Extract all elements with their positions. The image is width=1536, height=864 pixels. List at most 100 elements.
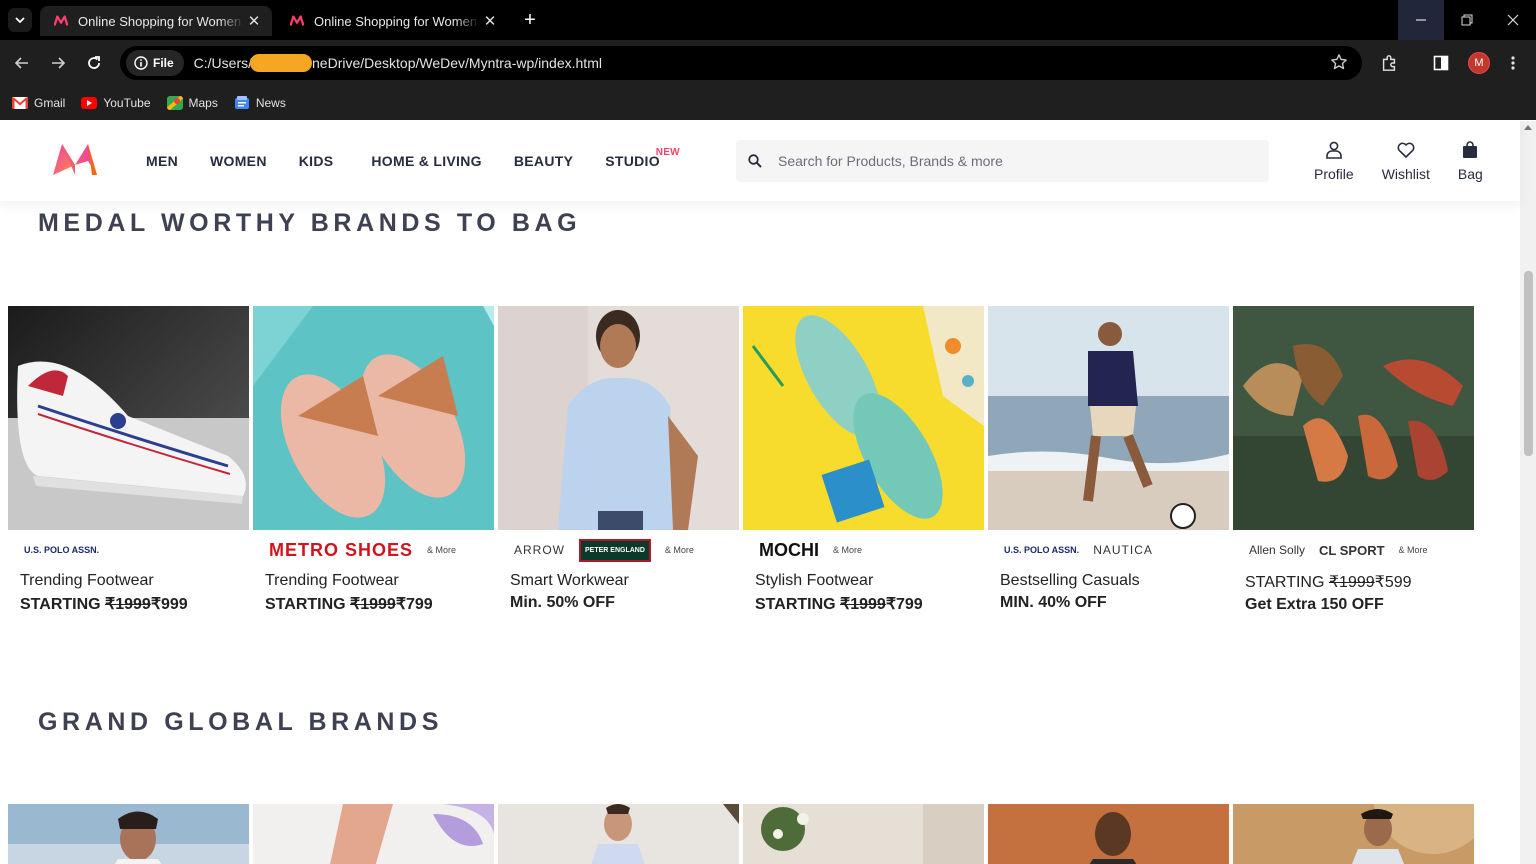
- brand-logo: U.S. POLO ASSN.: [24, 545, 100, 555]
- wishlist-label: Wishlist: [1381, 166, 1430, 182]
- close-icon: [1507, 14, 1519, 26]
- brand-logos: Allen Solly CL SPORT & More: [1233, 530, 1474, 570]
- browser-profile-avatar[interactable]: M: [1468, 52, 1490, 74]
- old-price: ₹1999: [1328, 574, 1375, 591]
- bookmark-label: Maps: [188, 96, 218, 110]
- product-image-flowers: [743, 804, 984, 864]
- brand-card[interactable]: [253, 804, 494, 864]
- minimize-icon: [1416, 19, 1426, 21]
- url-end: neDrive/Desktop/WeDev/Myntra-wp/index.ht…: [312, 55, 602, 71]
- offer-prefix: STARTING: [20, 596, 106, 613]
- nav-kids[interactable]: KIDS: [283, 121, 350, 201]
- profile-label: Profile: [1314, 166, 1354, 182]
- browser-menu-button[interactable]: [1502, 52, 1524, 74]
- product-image-white-sneaker: [8, 306, 249, 530]
- bookmark-star-icon[interactable]: [1330, 53, 1348, 76]
- card-category: Trending Footwear: [20, 572, 154, 589]
- brand-card[interactable]: [8, 804, 249, 864]
- nav-studio[interactable]: STUDIO NEW: [589, 121, 679, 201]
- browser-tab-1[interactable]: Online Shopping for Women, M ✕: [40, 6, 272, 36]
- forward-button[interactable]: [47, 52, 69, 74]
- scroll-up-arrow-icon[interactable]: [1524, 125, 1532, 130]
- brand-card[interactable]: [988, 804, 1229, 864]
- brand-logo: U.S. POLO ASSN.: [1004, 545, 1080, 555]
- myntra-logo[interactable]: [50, 141, 100, 177]
- card-offer: STARTING ₹1999₹799: [743, 594, 984, 614]
- close-tab-icon[interactable]: ✕: [480, 12, 500, 30]
- product-image-man-shirt: [498, 804, 739, 864]
- brand-card[interactable]: METRO SHOES & More Trending Footwear STA…: [253, 306, 494, 614]
- nav-women[interactable]: WOMEN: [194, 121, 283, 201]
- extensions-button[interactable]: [1378, 52, 1400, 74]
- brand-logo: MOCHI: [759, 539, 819, 560]
- product-image-legs-lilac: [253, 804, 494, 864]
- brand-card[interactable]: [743, 804, 984, 864]
- offer-prefix: STARTING: [755, 596, 841, 613]
- nav-home-living[interactable]: HOME & LIVING: [355, 121, 497, 201]
- close-tab-icon[interactable]: ✕: [244, 12, 264, 30]
- side-panel-button[interactable]: [1430, 52, 1452, 74]
- info-icon: [134, 56, 148, 70]
- tab-search-button[interactable]: [8, 8, 32, 32]
- search-icon[interactable]: [736, 154, 774, 168]
- nav-men[interactable]: MEN: [130, 121, 194, 201]
- product-image-woven-sandals: [253, 306, 494, 530]
- bookmarks-bar: Gmail YouTube Maps News: [0, 86, 1536, 120]
- card-offer: STARTING ₹1999₹999: [8, 594, 249, 614]
- myntra-favicon-icon: [289, 15, 305, 27]
- browser-tab-2[interactable]: Online Shopping for Women, M ✕: [276, 6, 508, 36]
- tab-title: Online Shopping for Women, M: [314, 13, 480, 29]
- browser-tab-strip: Online Shopping for Women, M ✕ Online Sh…: [0, 0, 1536, 40]
- bag-icon: [1462, 140, 1478, 160]
- brand-logo: NAUTICA: [1093, 543, 1153, 557]
- scrollbar-thumb[interactable]: [1524, 271, 1533, 456]
- brand-card[interactable]: ARROW PETER ENGLAND & More Smart Workwea…: [498, 306, 739, 614]
- search-input[interactable]: [774, 153, 1269, 169]
- chevron-down-icon: [15, 17, 25, 24]
- offer-prefix: STARTING: [1245, 574, 1329, 591]
- page-scrollbar[interactable]: [1520, 121, 1536, 864]
- close-window-button[interactable]: [1490, 0, 1536, 40]
- minimize-button[interactable]: [1398, 0, 1444, 40]
- brand-logos: MOCHI & More: [743, 530, 984, 570]
- url-start: C:/Users/: [193, 55, 253, 71]
- bookmark-news[interactable]: News: [234, 96, 286, 110]
- search-bar: [736, 140, 1269, 182]
- puzzle-icon: [1382, 55, 1396, 71]
- brand-card[interactable]: [1233, 804, 1474, 864]
- offer-prefix: Min. 50% OFF: [510, 594, 615, 611]
- new-price: ₹799: [885, 596, 923, 613]
- back-button[interactable]: [11, 52, 33, 74]
- profile-button[interactable]: Profile: [1306, 121, 1362, 201]
- new-badge: NEW: [655, 147, 680, 158]
- more-brands: & More: [427, 545, 457, 555]
- bookmark-youtube[interactable]: YouTube: [81, 96, 151, 110]
- brand-card[interactable]: U.S. POLO ASSN. NAUTICA Bestselling Casu…: [988, 306, 1229, 614]
- brand-logos: U.S. POLO ASSN.: [8, 530, 249, 570]
- address-bar[interactable]: File C:/Users/ neDrive/Desktop/WeDev/Myn…: [120, 46, 1362, 80]
- reload-button[interactable]: [83, 52, 105, 74]
- card-category: Trending Footwear: [265, 572, 399, 589]
- product-image-man-sofa: [1233, 804, 1474, 864]
- nav-beauty[interactable]: BEAUTY: [498, 121, 589, 201]
- bookmark-maps[interactable]: Maps: [166, 96, 218, 110]
- brand-card[interactable]: Allen Solly CL SPORT & More STARTING ₹19…: [1233, 306, 1474, 614]
- brand-cards-row: [8, 804, 1474, 864]
- more-brands: & More: [1398, 545, 1428, 555]
- wishlist-button[interactable]: Wishlist: [1374, 121, 1438, 201]
- arrow-left-icon: [14, 57, 28, 69]
- card-category: STARTING ₹1999₹599: [1233, 572, 1474, 592]
- new-tab-button[interactable]: +: [518, 8, 542, 32]
- bookmark-gmail[interactable]: Gmail: [12, 96, 65, 110]
- restore-button[interactable]: [1444, 0, 1490, 40]
- old-price: ₹1999: [105, 596, 151, 613]
- maps-icon: [166, 96, 183, 110]
- brand-card[interactable]: U.S. POLO ASSN. Trending Footwear STARTI…: [8, 306, 249, 614]
- bag-button[interactable]: Bag: [1450, 121, 1491, 201]
- brand-card[interactable]: MOCHI & More Stylish Footwear STARTING ₹…: [743, 306, 984, 614]
- tab-title: Online Shopping for Women, M: [78, 13, 244, 29]
- brand-logo: PETER ENGLAND: [579, 538, 651, 562]
- brand-card[interactable]: [498, 804, 739, 864]
- site-info-chip[interactable]: File: [126, 50, 184, 76]
- bookmark-label: YouTube: [103, 96, 151, 110]
